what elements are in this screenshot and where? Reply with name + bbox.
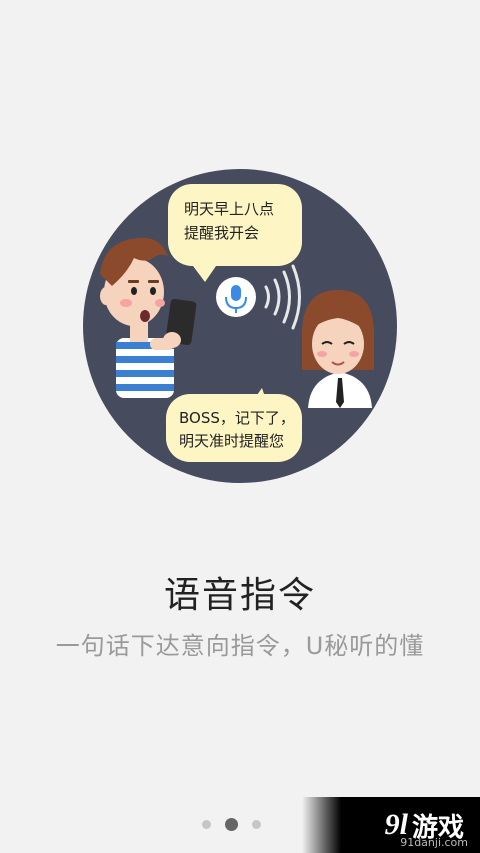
bubble-bottom-line-1: BOSS，记下了， [179, 409, 295, 427]
page-dot-2-active[interactable] [225, 818, 238, 831]
speech-bubble-bottom: BOSS，记下了， 明天准时提醒您 [166, 388, 302, 462]
bubble-top-line-1: 明天早上八点 [184, 200, 274, 218]
page-dot-3[interactable] [252, 820, 261, 829]
page-title: 语音指令 [163, 575, 316, 616]
bubble-bottom-line-2: 明天准时提醒您 [179, 432, 284, 450]
voice-command-illustration: 明天早上八点 提醒我开会 BOSS，记下了， 明天准时提醒您 [83, 169, 397, 483]
page-subtitle: 一句话下达意向指令，U秘听的懂 [55, 632, 425, 660]
watermark: 9l 游戏 91danji.com [302, 797, 480, 853]
microphone-icon [216, 277, 256, 317]
girl-figure [302, 290, 374, 408]
watermark-url: 91danji.com [400, 836, 468, 849]
bubble-top-line-2: 提醒我开会 [184, 224, 259, 242]
page-indicator [202, 818, 261, 831]
page-dot-1[interactable] [202, 820, 211, 829]
